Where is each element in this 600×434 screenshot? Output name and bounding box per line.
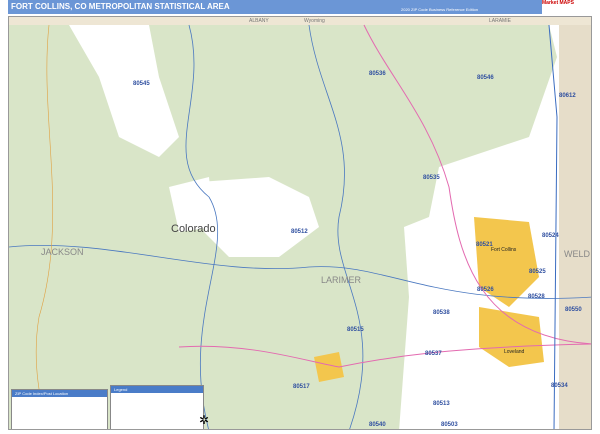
county-label: LARIMER xyxy=(321,275,362,285)
zip-label: 80536 xyxy=(369,71,386,77)
zip-index-panel: ZIP Code Index/Post Location xyxy=(11,389,108,429)
edition-label: 2020 ZIP Code Business Reference Edition xyxy=(401,7,479,12)
zip-label: 80550 xyxy=(565,307,582,313)
county-label: JACKSON xyxy=(41,247,84,257)
zip-label: 80515 xyxy=(347,327,364,333)
zip-label: 80526 xyxy=(477,287,494,293)
zip-index-title: ZIP Code Index/Post Location xyxy=(12,390,107,397)
zip-label: 80534 xyxy=(551,383,568,389)
zip-label: 80528 xyxy=(528,294,545,300)
edge-label: Wyoming xyxy=(304,18,325,24)
zip-label: 80517 xyxy=(293,384,310,390)
zip-label: 80540 xyxy=(369,422,386,428)
zip-label: 80545 xyxy=(133,81,150,87)
edge-label: ALBANY xyxy=(249,18,269,24)
edge-label: LARAMIE xyxy=(489,18,511,24)
zip-label: 80535 xyxy=(423,175,440,181)
weld-county-area xyxy=(559,25,591,429)
zip-label: 80503 xyxy=(441,422,458,428)
county-label: WELD xyxy=(564,249,591,259)
zip-label: 80521 xyxy=(476,242,493,248)
city-label: Fort Collins xyxy=(491,247,517,253)
zip-label: 80538 xyxy=(433,310,450,316)
compass-rose-icon: ✲ xyxy=(199,413,210,427)
title-bar: FORT COLLINS, CO METROPOLITAN STATISTICA… xyxy=(8,0,592,14)
zip-label: 80524 xyxy=(542,233,559,239)
legend-title: Legend xyxy=(111,386,203,393)
zip-label: 80612 xyxy=(559,93,576,99)
legend-panel: Legend xyxy=(110,385,204,429)
map-canvas[interactable]: ALBANY Wyoming LARAMIE JACKSON LARIMER W… xyxy=(8,16,592,430)
state-label: Colorado xyxy=(171,223,216,235)
zip-label: 80513 xyxy=(433,401,450,407)
map-title: FORT COLLINS, CO METROPOLITAN STATISTICA… xyxy=(11,2,230,11)
zip-label: 80537 xyxy=(425,351,442,357)
zip-label: 80546 xyxy=(477,75,494,81)
zip-label: 80525 xyxy=(529,269,546,275)
zip-label: 80512 xyxy=(291,229,308,235)
map-graphics xyxy=(9,17,591,429)
city-label: Loveland xyxy=(504,349,525,355)
publisher-logo: Market MAPS xyxy=(542,0,592,14)
